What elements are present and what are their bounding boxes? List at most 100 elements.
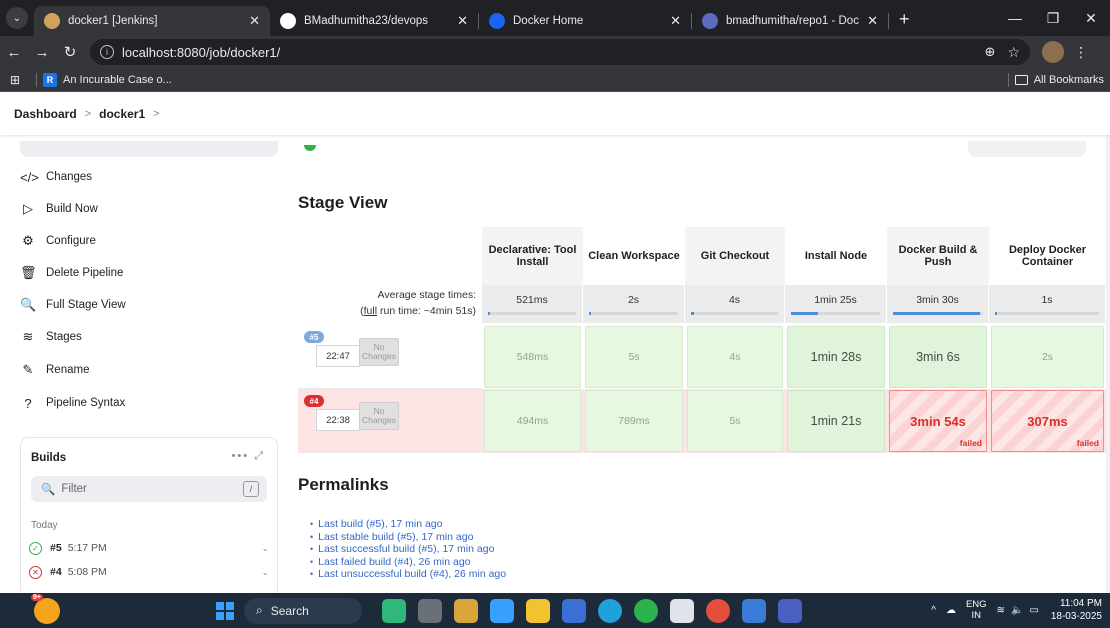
stage-cell[interactable]: 494ms bbox=[484, 390, 581, 452]
breadcrumb-dashboard[interactable]: Dashboard bbox=[14, 107, 77, 121]
battery-icon[interactable]: ▭ bbox=[1029, 605, 1038, 616]
permalink-last-stable-build[interactable]: Last stable build (#5), 17 min ago bbox=[310, 531, 506, 544]
tab-github-devops[interactable]: BMadhumitha23/devops ✕ bbox=[270, 6, 478, 36]
tab-close-icon[interactable]: ✕ bbox=[867, 13, 878, 29]
stage-cell[interactable]: 548ms bbox=[484, 326, 581, 388]
window-close-icon[interactable]: ✕ bbox=[1072, 10, 1110, 27]
chevron-down-icon[interactable]: ⌄ bbox=[261, 543, 269, 554]
sidebar-item-rename[interactable]: ✎ Rename bbox=[20, 358, 90, 382]
permalink-last-build[interactable]: Last build (#5), 17 min ago bbox=[310, 518, 506, 531]
stage-cell[interactable]: 307ms failed bbox=[991, 390, 1104, 452]
build-row-5[interactable]: ✓ #5 5:17 PM ⌄ bbox=[29, 539, 269, 557]
browser-toolbar: ← → ↻ i localhost:8080/job/docker1/ ⊕ ☆ … bbox=[0, 36, 1110, 68]
stage-cell[interactable]: 2s bbox=[991, 326, 1104, 388]
tab-close-icon[interactable]: ✕ bbox=[457, 13, 468, 29]
apps-grid-icon[interactable]: ⊞ bbox=[0, 73, 30, 87]
onedrive-cloud-icon[interactable]: ☁ bbox=[946, 605, 956, 616]
tab-docker1-jenkins[interactable]: docker1 [Jenkins] ✕ bbox=[34, 6, 270, 36]
tab-close-icon[interactable]: ✕ bbox=[670, 13, 681, 29]
permalink-last-unsuccessful-build[interactable]: Last unsuccessful build (#4), 26 min ago bbox=[310, 568, 506, 581]
description-button-partial[interactable] bbox=[968, 141, 1086, 157]
permalink-last-failed-build[interactable]: Last failed build (#4), 26 min ago bbox=[310, 556, 506, 569]
tab-docker-repo1[interactable]: bmadhumitha/repo1 - Docker ✕ bbox=[692, 6, 888, 36]
permalink-last-successful-build[interactable]: Last successful build (#5), 17 min ago bbox=[310, 543, 506, 556]
forward-arrow-icon[interactable]: → bbox=[28, 44, 56, 61]
tab-docker-home[interactable]: Docker Home ✕ bbox=[479, 6, 691, 36]
restore-icon[interactable]: ❐ bbox=[1034, 10, 1072, 27]
run-no-changes[interactable]: No Changes bbox=[359, 338, 399, 366]
bookmarks-bar: ⊞ R An Incurable Case o... All Bookmarks bbox=[0, 68, 1110, 92]
reload-icon[interactable]: ↻ bbox=[56, 43, 84, 61]
sidebar-item-configure[interactable]: ⚙ Configure bbox=[20, 229, 96, 253]
page-scrollbar[interactable] bbox=[1106, 135, 1110, 593]
tab-close-icon[interactable]: ✕ bbox=[249, 13, 260, 29]
stage-average-bar-fill bbox=[791, 312, 818, 315]
run-badge[interactable]: #4 bbox=[304, 395, 324, 407]
profile-avatar[interactable] bbox=[1042, 41, 1064, 63]
stage-cell[interactable]: 1min 28s bbox=[787, 326, 885, 388]
zoom-icon[interactable]: ⊕ bbox=[985, 44, 996, 60]
sidebar-item-stages[interactable]: ≋ Stages bbox=[20, 325, 82, 349]
full-run-link[interactable]: full bbox=[364, 305, 377, 317]
new-tab-plus-icon[interactable]: + bbox=[889, 9, 920, 36]
taskbar-search[interactable]: ⌕ Search bbox=[244, 597, 362, 624]
stage-cell[interactable]: 789ms bbox=[585, 390, 683, 452]
stage-cell[interactable]: 4s bbox=[687, 326, 783, 388]
filter-placeholder: Filter bbox=[61, 483, 87, 495]
bookmark-incurable-case[interactable]: R An Incurable Case o... bbox=[43, 72, 172, 87]
bookmark-star-icon[interactable]: ☆ bbox=[1007, 44, 1020, 61]
stage-cell[interactable]: 5s bbox=[585, 326, 683, 388]
minimize-icon[interactable]: — bbox=[996, 10, 1034, 26]
permalinks-list: Last build (#5), 17 min ago Last stable … bbox=[310, 518, 506, 581]
run-no-changes[interactable]: No Changes bbox=[359, 402, 399, 430]
taskbar-app-icon[interactable] bbox=[562, 598, 586, 623]
back-arrow-icon[interactable]: ← bbox=[0, 44, 28, 61]
powershell-icon[interactable] bbox=[778, 598, 802, 623]
sidebar-item-build-now[interactable]: ▷ Build Now bbox=[20, 197, 98, 221]
file-explorer-icon[interactable] bbox=[526, 598, 550, 623]
run-label[interactable]: #4 22:38 No Changes bbox=[298, 389, 482, 453]
build-row-4[interactable]: ✕ #4 5:08 PM ⌄ bbox=[29, 563, 269, 581]
breadcrumb-chevron-icon: > bbox=[84, 108, 92, 120]
permalinks-title: Permalinks bbox=[298, 475, 389, 494]
wifi-icon[interactable]: ≋ bbox=[997, 605, 1005, 616]
breadcrumb-chevron-icon[interactable]: > bbox=[153, 108, 159, 120]
run-badge[interactable]: #5 bbox=[304, 331, 324, 343]
builds-filter-input[interactable]: 🔍 Filter / bbox=[31, 476, 267, 502]
sidebar-item-full-stage-view[interactable]: 🔍 Full Stage View bbox=[20, 293, 126, 317]
stage-cell[interactable]: 3min 54s failed bbox=[889, 390, 987, 452]
weather-widget-icon[interactable]: 9+ bbox=[31, 593, 60, 624]
taskbar-app-icon[interactable] bbox=[454, 598, 478, 623]
site-info-icon[interactable]: i bbox=[100, 45, 114, 59]
sidebar-item-status-partial[interactable] bbox=[20, 141, 278, 157]
volume-icon[interactable]: 🔈 bbox=[1011, 605, 1023, 616]
sidebar-item-pipeline-syntax[interactable]: ? Pipeline Syntax bbox=[20, 391, 125, 415]
all-bookmarks[interactable]: All Bookmarks bbox=[1002, 72, 1110, 87]
stage-cell[interactable]: 5s bbox=[687, 390, 783, 452]
docker-favicon-icon bbox=[489, 13, 505, 29]
taskbar-app-icon[interactable] bbox=[418, 598, 442, 623]
whatsapp-icon[interactable] bbox=[634, 598, 658, 623]
stage-cell[interactable]: 1min 21s bbox=[787, 390, 885, 452]
chrome-browser-icon[interactable] bbox=[706, 598, 730, 623]
taskbar-clock[interactable]: 11:04 PM 18-03-2025 bbox=[1051, 598, 1102, 623]
notepad-icon[interactable] bbox=[742, 598, 766, 623]
language-indicator[interactable]: ENG IN bbox=[966, 599, 987, 621]
breadcrumb-docker1[interactable]: docker1 bbox=[99, 107, 145, 121]
builds-options-icon[interactable]: ••• ⤢ bbox=[232, 450, 265, 463]
taskbar-app-icon[interactable] bbox=[490, 598, 514, 623]
run-label[interactable]: #5 22:47 No Changes bbox=[298, 325, 482, 389]
chevron-down-icon[interactable]: ⌄ bbox=[261, 567, 269, 578]
browser-menu-icon[interactable]: ⋮ bbox=[1074, 44, 1088, 61]
taskbar-app-icon[interactable] bbox=[382, 598, 406, 623]
stage-cell[interactable]: 3min 6s bbox=[889, 326, 987, 388]
tray-overflow-chevron-icon[interactable]: ^ bbox=[931, 605, 936, 616]
sidebar-item-changes[interactable]: </> Changes bbox=[20, 165, 92, 189]
windows-start-icon[interactable] bbox=[216, 601, 234, 620]
address-bar[interactable]: i localhost:8080/job/docker1/ ⊕ ☆ bbox=[90, 39, 1030, 65]
taskbar-search-label: Search bbox=[270, 603, 309, 618]
tab-search-chevron-icon[interactable]: ⌄ bbox=[6, 7, 28, 29]
sidebar-item-delete-pipeline[interactable]: 🗑 Delete Pipeline bbox=[20, 261, 123, 285]
edge-browser-icon[interactable] bbox=[598, 598, 622, 623]
store-icon[interactable] bbox=[670, 598, 694, 623]
